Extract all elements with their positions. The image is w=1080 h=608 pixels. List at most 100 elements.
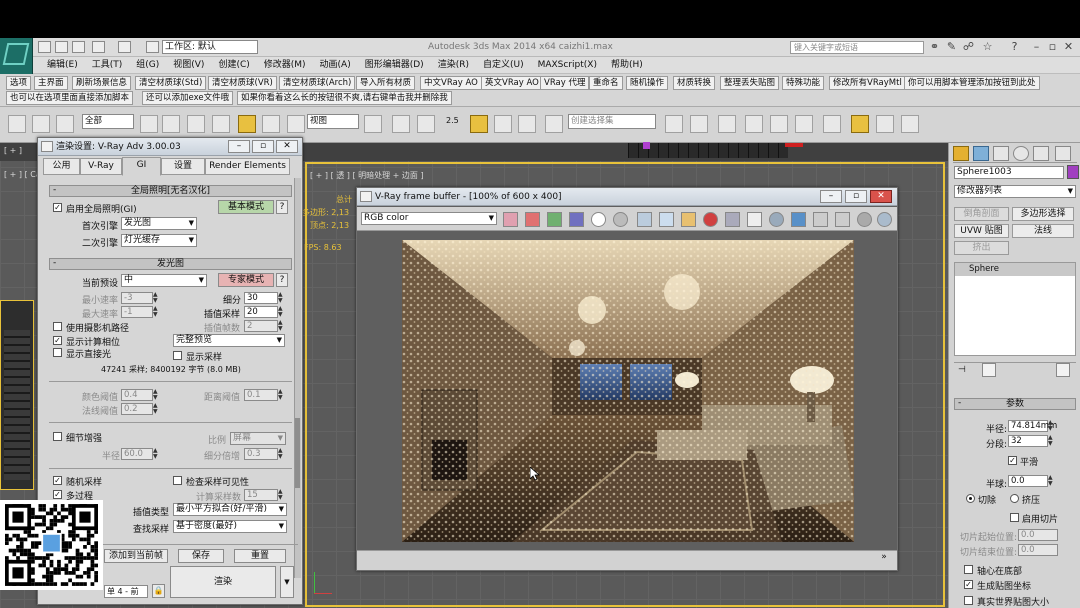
randomize-samples-checkbox[interactable]: ✓ bbox=[53, 476, 62, 485]
bevel-profile-button[interactable]: 倒角剖面 bbox=[954, 207, 1009, 221]
cmd-hint-3-button[interactable]: 如果你看着这么长的按钮很不爽,请右键单击我并删除我 bbox=[237, 91, 452, 105]
spinner-arrows-icon[interactable]: ▲ ▼ bbox=[153, 403, 161, 415]
spinner-arrows-icon[interactable]: ▲ ▼ bbox=[278, 320, 286, 332]
interp-samples-spinner[interactable]: 20 ▲ ▼ bbox=[244, 306, 283, 318]
menu-animation[interactable]: 动画(A) bbox=[320, 57, 351, 74]
open-folder-icon[interactable] bbox=[681, 212, 696, 227]
scale-select[interactable]: 屏幕 ▼ bbox=[230, 432, 286, 445]
slice-to-spinner[interactable]: 0.0 bbox=[1018, 544, 1058, 556]
utilities-tab-icon[interactable] bbox=[1055, 146, 1071, 161]
follow-mouse-icon[interactable] bbox=[769, 212, 784, 227]
selection-filter-select[interactable]: 全部 bbox=[82, 114, 134, 129]
select-by-name-icon[interactable] bbox=[162, 115, 180, 133]
tab-common[interactable]: 公用 bbox=[43, 158, 80, 175]
smooth-checkbox[interactable]: ✓ bbox=[1008, 456, 1017, 465]
favorites-star-icon[interactable]: ☆ bbox=[981, 41, 994, 53]
lookup-select[interactable]: 基于密度(最好) ▼ bbox=[173, 520, 287, 533]
menu-create[interactable]: 创建(C) bbox=[218, 57, 249, 74]
window-crossing-icon[interactable] bbox=[212, 115, 230, 133]
cmd-refresh-scene-button[interactable]: 刷新场景信息 bbox=[72, 76, 132, 90]
multipass-checkbox[interactable]: ✓ bbox=[53, 490, 62, 499]
interp-frames-spinner[interactable]: 2 ▲ ▼ bbox=[244, 320, 283, 332]
configure-sets-icon[interactable] bbox=[1056, 363, 1070, 377]
select-scale-icon[interactable] bbox=[287, 115, 305, 133]
select-rotate-icon[interactable] bbox=[262, 115, 280, 133]
render-button[interactable]: 渲染 bbox=[170, 566, 276, 598]
spinner-arrows-icon[interactable]: ▲ ▼ bbox=[1048, 475, 1056, 487]
dist-thresh-spinner[interactable]: 0.1 ▲ ▼ bbox=[244, 389, 283, 401]
gen-mapping-checkbox[interactable]: ✓ bbox=[964, 580, 973, 589]
hemisphere-spinner[interactable]: 0.0 ▲ ▼ bbox=[1008, 475, 1053, 487]
tab-render-elements[interactable]: Render Elements bbox=[205, 158, 290, 175]
history-icon[interactable] bbox=[877, 212, 892, 227]
enable-slice-checkbox[interactable] bbox=[1010, 513, 1019, 522]
cmd-options-button[interactable]: 选项 bbox=[6, 76, 32, 90]
calc-pass-spinner[interactable]: 15 ▲ ▼ bbox=[244, 489, 283, 501]
preview-mode-select[interactable]: 完整预览 ▼ bbox=[173, 334, 285, 347]
poly-select-button[interactable]: 多边形选择 bbox=[1012, 207, 1074, 221]
community-icon[interactable]: ☍ bbox=[962, 41, 975, 53]
minimize-icon[interactable]: – bbox=[1030, 41, 1043, 53]
spinner-arrows-icon[interactable]: ▲ ▼ bbox=[153, 306, 161, 318]
viewport-top-label[interactable]: [ + ] bbox=[4, 146, 22, 155]
chop-radio[interactable] bbox=[966, 494, 975, 503]
cmd-import-materials-button[interactable]: 导入所有材质 bbox=[356, 76, 416, 90]
add-to-current-button[interactable]: 添加到当前帧 bbox=[104, 549, 168, 563]
select-manipulate-icon[interactable] bbox=[392, 115, 410, 133]
channel-select[interactable]: RGB color ▼ bbox=[361, 212, 497, 225]
close-icon[interactable]: ✕ bbox=[870, 190, 892, 203]
edit-named-sets-icon[interactable] bbox=[545, 115, 563, 133]
view-select[interactable]: 单 4 - 前 bbox=[104, 585, 148, 598]
color-correction-icon[interactable] bbox=[791, 212, 806, 227]
expand-chevron-icon[interactable]: » bbox=[877, 552, 891, 566]
object-color-swatch[interactable] bbox=[1067, 165, 1079, 179]
display-tab-icon[interactable] bbox=[1033, 146, 1049, 161]
green-channel-icon[interactable] bbox=[547, 212, 562, 227]
cmd-vray-proxy-button[interactable]: VRay 代理 bbox=[540, 76, 590, 90]
interp-type-select[interactable]: 最小平方拟合(好/平滑) ▼ bbox=[173, 503, 287, 516]
show-end-result-icon[interactable] bbox=[982, 363, 996, 377]
secondary-engine-select[interactable]: 灯光缓存 ▼ bbox=[121, 234, 197, 247]
ribbon-icon[interactable] bbox=[745, 115, 763, 133]
dialog-scrollbar-thumb[interactable] bbox=[295, 418, 300, 488]
basic-mode-button[interactable]: 基本模式 bbox=[218, 200, 274, 214]
lock-view-icon[interactable]: 🔒 bbox=[152, 584, 165, 598]
cmd-add-script-button[interactable]: 你可以用脚本管理添加按钮到此处 bbox=[904, 76, 1040, 90]
menu-tools[interactable]: 工具(T) bbox=[92, 57, 123, 74]
squash-radio[interactable] bbox=[1010, 494, 1019, 503]
menu-edit[interactable]: 编辑(E) bbox=[47, 57, 78, 74]
rect-selection-icon[interactable] bbox=[187, 115, 205, 133]
angle-snap-icon[interactable] bbox=[470, 115, 488, 133]
link-icon[interactable] bbox=[8, 115, 26, 133]
max-rate-spinner[interactable]: -1 ▲ ▼ bbox=[121, 306, 158, 318]
reference-coord-select[interactable]: 视图 bbox=[307, 114, 359, 129]
workspace-select[interactable]: 工作区: 默认 bbox=[162, 40, 258, 54]
pixel-info-icon[interactable] bbox=[813, 212, 828, 227]
material-editor-icon[interactable] bbox=[823, 115, 841, 133]
help-icon[interactable]: ? bbox=[1008, 41, 1021, 53]
viewport-main-label[interactable]: [ + ] [ 透 ] [ 明暗处理 + 边面 ] bbox=[310, 170, 424, 181]
params-rollout-header[interactable]: - 参数 bbox=[954, 398, 1076, 410]
expert-mode-button[interactable]: 专家模式 bbox=[218, 273, 274, 287]
render-options-chevron-icon[interactable]: ▼ bbox=[280, 566, 294, 598]
create-tab-icon[interactable] bbox=[953, 146, 969, 161]
reset-button[interactable]: 重置 bbox=[234, 549, 286, 563]
color-thresh-spinner[interactable]: 0.4 ▲ ▼ bbox=[121, 389, 158, 401]
show-samples-checkbox[interactable] bbox=[173, 351, 182, 360]
uvw-map-button[interactable]: UVW 贴图 bbox=[954, 224, 1009, 238]
named-selection-set-input[interactable]: 创建选择集 bbox=[568, 114, 656, 129]
blue-channel-icon[interactable] bbox=[569, 212, 584, 227]
region-render-icon[interactable] bbox=[725, 212, 740, 227]
menu-customize[interactable]: 自定义(U) bbox=[483, 57, 524, 74]
app-logo-icon[interactable] bbox=[0, 38, 33, 74]
red-channel-icon[interactable] bbox=[525, 212, 540, 227]
tools-icon[interactable]: ✎ bbox=[945, 41, 958, 53]
cmd-special-button[interactable]: 特殊功能 bbox=[782, 76, 825, 90]
maximize-icon[interactable]: ▫ bbox=[845, 190, 867, 203]
cmd-clear-vr-button[interactable]: 清空材质球(VR) bbox=[208, 76, 277, 90]
menu-maxscript[interactable]: MAXScript(X) bbox=[538, 57, 597, 74]
render-setup-icon[interactable] bbox=[851, 115, 869, 133]
motion-tab-icon[interactable] bbox=[1013, 146, 1029, 161]
object-name-input[interactable]: Sphere1003 bbox=[954, 166, 1064, 179]
extrude-button[interactable]: 挤出 bbox=[954, 241, 1009, 255]
